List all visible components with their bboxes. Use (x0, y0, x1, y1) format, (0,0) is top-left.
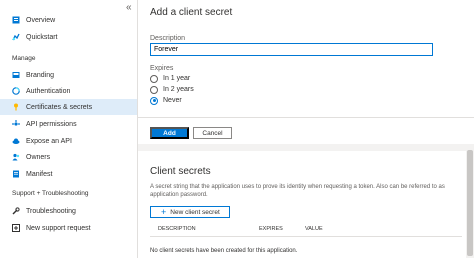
sidebar-item-api-permissions[interactable]: API permissions (0, 116, 137, 132)
scrollbar-thumb[interactable] (467, 150, 473, 256)
radio-never[interactable]: Never (150, 95, 182, 106)
add-button[interactable]: Add (150, 127, 189, 139)
client-secrets-title: Client secrets (150, 166, 211, 177)
sidebar-item-label: Authentication (26, 87, 71, 95)
owners-icon (12, 153, 20, 161)
sidebar: « Overview Quickstart Manage Branding Au… (0, 0, 138, 258)
sidebar-item-troubleshooting[interactable]: Troubleshooting (0, 203, 137, 219)
radio-in-1-year[interactable]: In 1 year (150, 73, 190, 84)
sidebar-item-new-support-request[interactable]: New support request (0, 220, 137, 236)
cancel-button[interactable]: Cancel (193, 127, 232, 139)
sidebar-item-label: Troubleshooting (26, 207, 76, 215)
radio-button[interactable] (150, 74, 158, 83)
sidebar-item-label: Overview (26, 16, 56, 24)
sidebar-item-manifest[interactable]: Manifest (0, 166, 137, 182)
key-icon (12, 103, 20, 111)
section-heading-support: Support + Troubleshooting (12, 190, 89, 197)
sidebar-item-label: Manifest (26, 170, 53, 178)
branding-icon (12, 71, 20, 79)
api-permissions-icon (12, 120, 20, 128)
panel-overlay-band (138, 144, 474, 151)
panel-title: Add a client secret (150, 7, 233, 18)
description-input[interactable] (150, 43, 433, 56)
column-header-value: VALUE (305, 226, 323, 232)
manifest-icon (12, 170, 20, 178)
new-client-secret-button[interactable]: + New client secret (150, 206, 230, 218)
empty-table-message: No client secrets have been created for … (150, 248, 298, 254)
panel-divider (138, 117, 474, 118)
radio-in-2-years[interactable]: In 2 years (150, 84, 194, 95)
section-heading-manage: Manage (12, 55, 36, 62)
sidebar-item-label: New support request (26, 224, 91, 232)
wrench-icon (12, 207, 20, 215)
radio-button[interactable] (150, 85, 158, 94)
sidebar-item-label: Branding (26, 71, 55, 79)
radio-label: Never (163, 97, 182, 104)
quickstart-icon (12, 33, 20, 41)
sidebar-item-authentication[interactable]: Authentication (0, 83, 137, 99)
overview-icon (12, 16, 20, 24)
sidebar-item-label: Quickstart (26, 33, 58, 41)
authentication-icon (12, 87, 20, 95)
sidebar-item-label: Owners (26, 153, 51, 161)
new-client-secret-label: New client secret (170, 208, 220, 216)
radio-label: In 1 year (163, 75, 191, 82)
client-secrets-description: A secret string that the application use… (150, 184, 445, 198)
sidebar-item-label: API permissions (26, 120, 77, 128)
sidebar-item-owners[interactable]: Owners (0, 149, 137, 165)
expires-label: Expires (150, 65, 174, 72)
sidebar-item-certificates-secrets[interactable]: Certificates & secrets (0, 99, 137, 115)
sidebar-item-label: Expose an API (26, 137, 72, 145)
column-header-expires: EXPIRES (259, 226, 283, 232)
sidebar-item-quickstart[interactable]: Quickstart (0, 29, 137, 45)
column-header-description: DESCRIPTION (158, 226, 196, 232)
support-request-icon (12, 224, 20, 232)
table-header-divider (150, 236, 462, 237)
sidebar-item-branding[interactable]: Branding (0, 67, 137, 83)
radio-label: In 2 years (163, 86, 194, 93)
sidebar-item-expose-an-api[interactable]: Expose an API (0, 133, 137, 149)
sidebar-item-overview[interactable]: Overview (0, 12, 137, 28)
description-label: Description (150, 35, 186, 42)
cloud-icon (12, 137, 20, 145)
plus-icon: + (161, 206, 167, 217)
sidebar-item-label: Certificates & secrets (26, 103, 93, 111)
app-registration-page: « Overview Quickstart Manage Branding Au… (0, 0, 474, 258)
radio-button-selected[interactable] (150, 96, 158, 105)
